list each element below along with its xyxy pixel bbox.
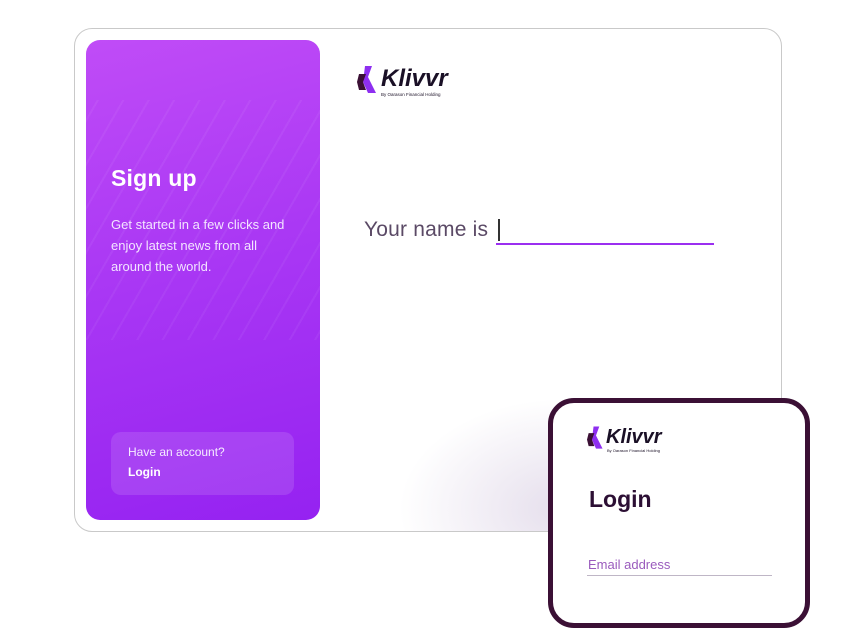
klivvr-logo-phone: Klivvr By Oarason Financial Holding	[587, 425, 662, 453]
email-field[interactable]	[587, 553, 772, 576]
klivvr-logo-icon	[357, 66, 376, 93]
account-box: Have an account? Login	[111, 432, 294, 495]
name-label: Your name is	[364, 218, 489, 241]
klivvr-logo-icon	[587, 426, 603, 449]
account-question: Have an account?	[128, 445, 225, 459]
signup-title: Sign up	[111, 165, 197, 191]
signup-description: Get started in a few clicks and enjoy la…	[111, 217, 285, 274]
login-link[interactable]: Login	[128, 465, 161, 479]
logo-tagline: By Oarason Financial Holding	[381, 92, 441, 97]
login-title: Login	[589, 486, 652, 512]
text-caret	[498, 219, 500, 241]
name-input[interactable]	[496, 213, 714, 245]
phone-login-preview: Klivvr By Oarason Financial Holding Logi…	[548, 398, 810, 628]
logo-tagline: By Oarason Financial Holding	[607, 448, 660, 453]
logo-wordmark: Klivvr	[381, 65, 448, 92]
logo-wordmark: Klivvr	[606, 426, 662, 448]
signup-side-panel: Sign up Get started in a few clicks and …	[86, 40, 320, 520]
klivvr-logo: Klivvr By Oarason Financial Holding	[357, 65, 448, 97]
